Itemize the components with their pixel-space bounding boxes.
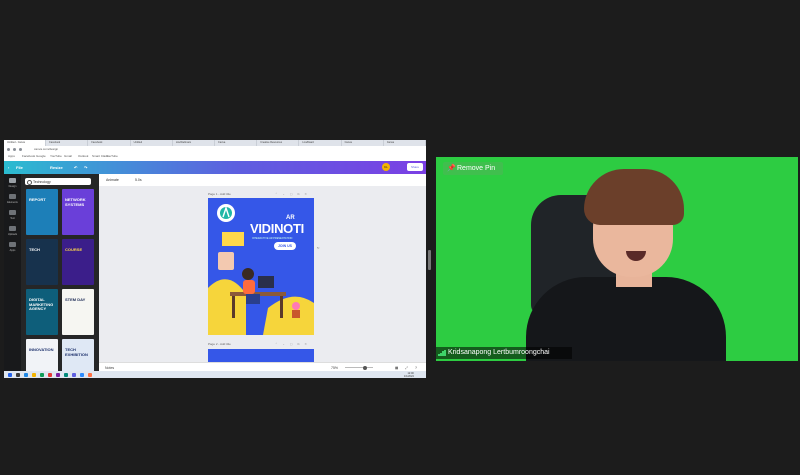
- template-thumbnail[interactable]: DIGITAL MARKETING AGENCY: [26, 289, 58, 335]
- bookmark-item[interactable]: YouTube: [50, 154, 62, 158]
- rail-label-elements: Elements: [7, 201, 18, 204]
- help-icon[interactable]: ?: [415, 366, 417, 370]
- canva-header: ‹ File Resize ↶ ↷ KL Share: [4, 161, 426, 174]
- search-value[interactable]: Technology: [33, 180, 51, 184]
- rail-label-uploads: Uploads: [7, 233, 18, 236]
- template-thumbnail[interactable]: TECH: [26, 239, 58, 285]
- templates-panel: Technology REPORT NETWORK SYSTEMS TECH COUR…: [21, 174, 99, 371]
- taskbar-app-icon[interactable]: [88, 372, 92, 377]
- poster-subtitle: INTERACTIVE AR PRESENTATION: [252, 237, 293, 240]
- back-icon[interactable]: [7, 148, 10, 151]
- taskbar-app-icon[interactable]: [40, 372, 44, 377]
- template-title: TECH EXHIBITION: [65, 347, 88, 357]
- poster-illustration: [208, 204, 314, 335]
- taskbar-app-icon[interactable]: [16, 372, 20, 377]
- forward-icon[interactable]: [13, 148, 16, 151]
- taskbar-app-icon[interactable]: [72, 372, 76, 377]
- elements-icon[interactable]: [9, 194, 16, 199]
- template-title: NETWORK SYSTEMS: [65, 197, 86, 207]
- file-menu[interactable]: File: [16, 165, 23, 170]
- template-title: DIGITAL MARKETING AGENCY: [29, 297, 54, 311]
- home-back-icon[interactable]: ‹: [8, 165, 9, 170]
- speaker-hair: [584, 169, 684, 225]
- template-title: TECH: [29, 247, 40, 252]
- design-icon[interactable]: [9, 178, 16, 183]
- url-text[interactable]: canva.com/design: [34, 147, 58, 151]
- template-thumbnail[interactable]: INNOVATION: [26, 339, 58, 371]
- template-thumbnail[interactable]: COURSE: [62, 239, 94, 285]
- template-title: COURSE: [65, 247, 83, 252]
- rail-label-design: Design: [8, 185, 17, 188]
- taskbar-app-icon[interactable]: [48, 372, 52, 377]
- participant-name: Kridsanapong Lertbumroongchai: [448, 349, 550, 356]
- zoom-slider[interactable]: [345, 367, 373, 368]
- taskbar-app-icon[interactable]: [24, 372, 28, 377]
- page-2-controls[interactable]: ⌃ ⌄ ▢ ⧉ ✕: [275, 342, 309, 346]
- taskbar-app-icon[interactable]: [64, 372, 68, 377]
- bookmark-item[interactable]: Google: [36, 154, 46, 158]
- refresh-icon[interactable]: ↻: [317, 246, 322, 250]
- template-thumbnail[interactable]: STEM DAY: [62, 289, 94, 335]
- page-2-label[interactable]: Page 2 - Add title: [208, 342, 231, 346]
- poster-page-1[interactable]: AR VIDINOTI INTERACTIVE AR PRESENTATION …: [208, 198, 314, 335]
- resize-menu[interactable]: Resize: [50, 165, 63, 170]
- taskbar-app-icon[interactable]: [80, 372, 84, 377]
- poster-page-2[interactable]: [208, 349, 314, 362]
- taskbar-app-icon[interactable]: [56, 372, 60, 377]
- poster-title: VIDINOTI: [250, 221, 304, 236]
- template-thumbnail[interactable]: NETWORK SYSTEMS: [62, 189, 94, 235]
- rail-label-apps: Apps: [9, 249, 16, 252]
- template-thumbnail[interactable]: TECH EXHIBITION: [62, 339, 94, 371]
- zoom-slider-handle[interactable]: [363, 365, 367, 370]
- grid-view-icon[interactable]: ▦: [395, 366, 398, 370]
- page-1-label[interactable]: Page 1 - Add title: [208, 192, 231, 196]
- bookmark-item[interactable]: Outlook: [78, 154, 88, 158]
- search-icon: [27, 179, 32, 185]
- animate-button[interactable]: Animate: [106, 178, 119, 182]
- page-1-controls[interactable]: ⌃ ⌄ ▢ ⧉ ✕: [275, 192, 309, 196]
- taskbar-clock[interactable]: 12:00 1/1/2024: [404, 372, 414, 378]
- bookmark-item[interactable]: Gmail: [64, 154, 72, 158]
- bookmark-item[interactable]: Apps: [8, 154, 15, 158]
- template-title: REPORT: [29, 197, 46, 202]
- redo-icon[interactable]: ↷: [84, 165, 87, 170]
- undo-icon[interactable]: ↶: [74, 165, 77, 170]
- text-icon[interactable]: [9, 210, 16, 215]
- signal-strength-icon: [438, 350, 446, 356]
- remove-pin-label: Remove Pin: [457, 165, 496, 172]
- remove-pin-button[interactable]: 📌 Remove Pin: [443, 162, 503, 175]
- zoom-level[interactable]: 75%: [331, 366, 338, 370]
- share-button[interactable]: Share: [407, 163, 423, 171]
- bookmark-item[interactable]: YouTube: [106, 154, 118, 158]
- reload-icon[interactable]: [19, 148, 22, 151]
- template-title: INNOVATION: [29, 347, 54, 352]
- bookmark-item[interactable]: Facebook: [22, 154, 35, 158]
- shared-screen: Untitled - Canva Facebook Facebook Untitled…: [4, 140, 426, 378]
- canva-side-rail: Design Elements Text Uploads Apps: [4, 174, 21, 371]
- template-thumbnail[interactable]: REPORT: [26, 189, 58, 235]
- taskbar-app-icon[interactable]: [32, 372, 36, 377]
- clock-date: 1/1/2024: [404, 374, 414, 378]
- fullscreen-icon[interactable]: ⤢: [405, 366, 408, 370]
- address-bar[interactable]: canva.com/design: [4, 146, 426, 153]
- participant-name-bar: Kridsanapong Lertbumroongchai: [436, 347, 572, 359]
- apps-icon[interactable]: [9, 242, 16, 247]
- split-view-handle[interactable]: [428, 250, 431, 270]
- taskbar-app-icon[interactable]: [8, 372, 12, 377]
- design-canvas[interactable]: Page 1 - Add title ⌃ ⌄ ▢ ⧉ ✕ AR VIDINOTI…: [99, 186, 426, 362]
- template-search-input[interactable]: Technology: [25, 178, 91, 185]
- pin-icon: 📌: [447, 165, 456, 172]
- participant-video[interactable]: 📌 Remove Pin Kridsanapong Lertbumroongch…: [436, 157, 798, 361]
- windows-taskbar: 12:00 1/1/2024: [4, 371, 426, 378]
- rail-label-text: Text: [10, 217, 15, 220]
- duration-button[interactable]: 5.0s: [135, 178, 142, 182]
- uploads-icon[interactable]: [9, 226, 16, 231]
- template-title: STEM DAY: [65, 297, 86, 302]
- poster-join-button: JOIN US: [274, 242, 296, 250]
- avatar[interactable]: KL: [382, 163, 390, 171]
- notes-button[interactable]: Notes: [105, 366, 114, 370]
